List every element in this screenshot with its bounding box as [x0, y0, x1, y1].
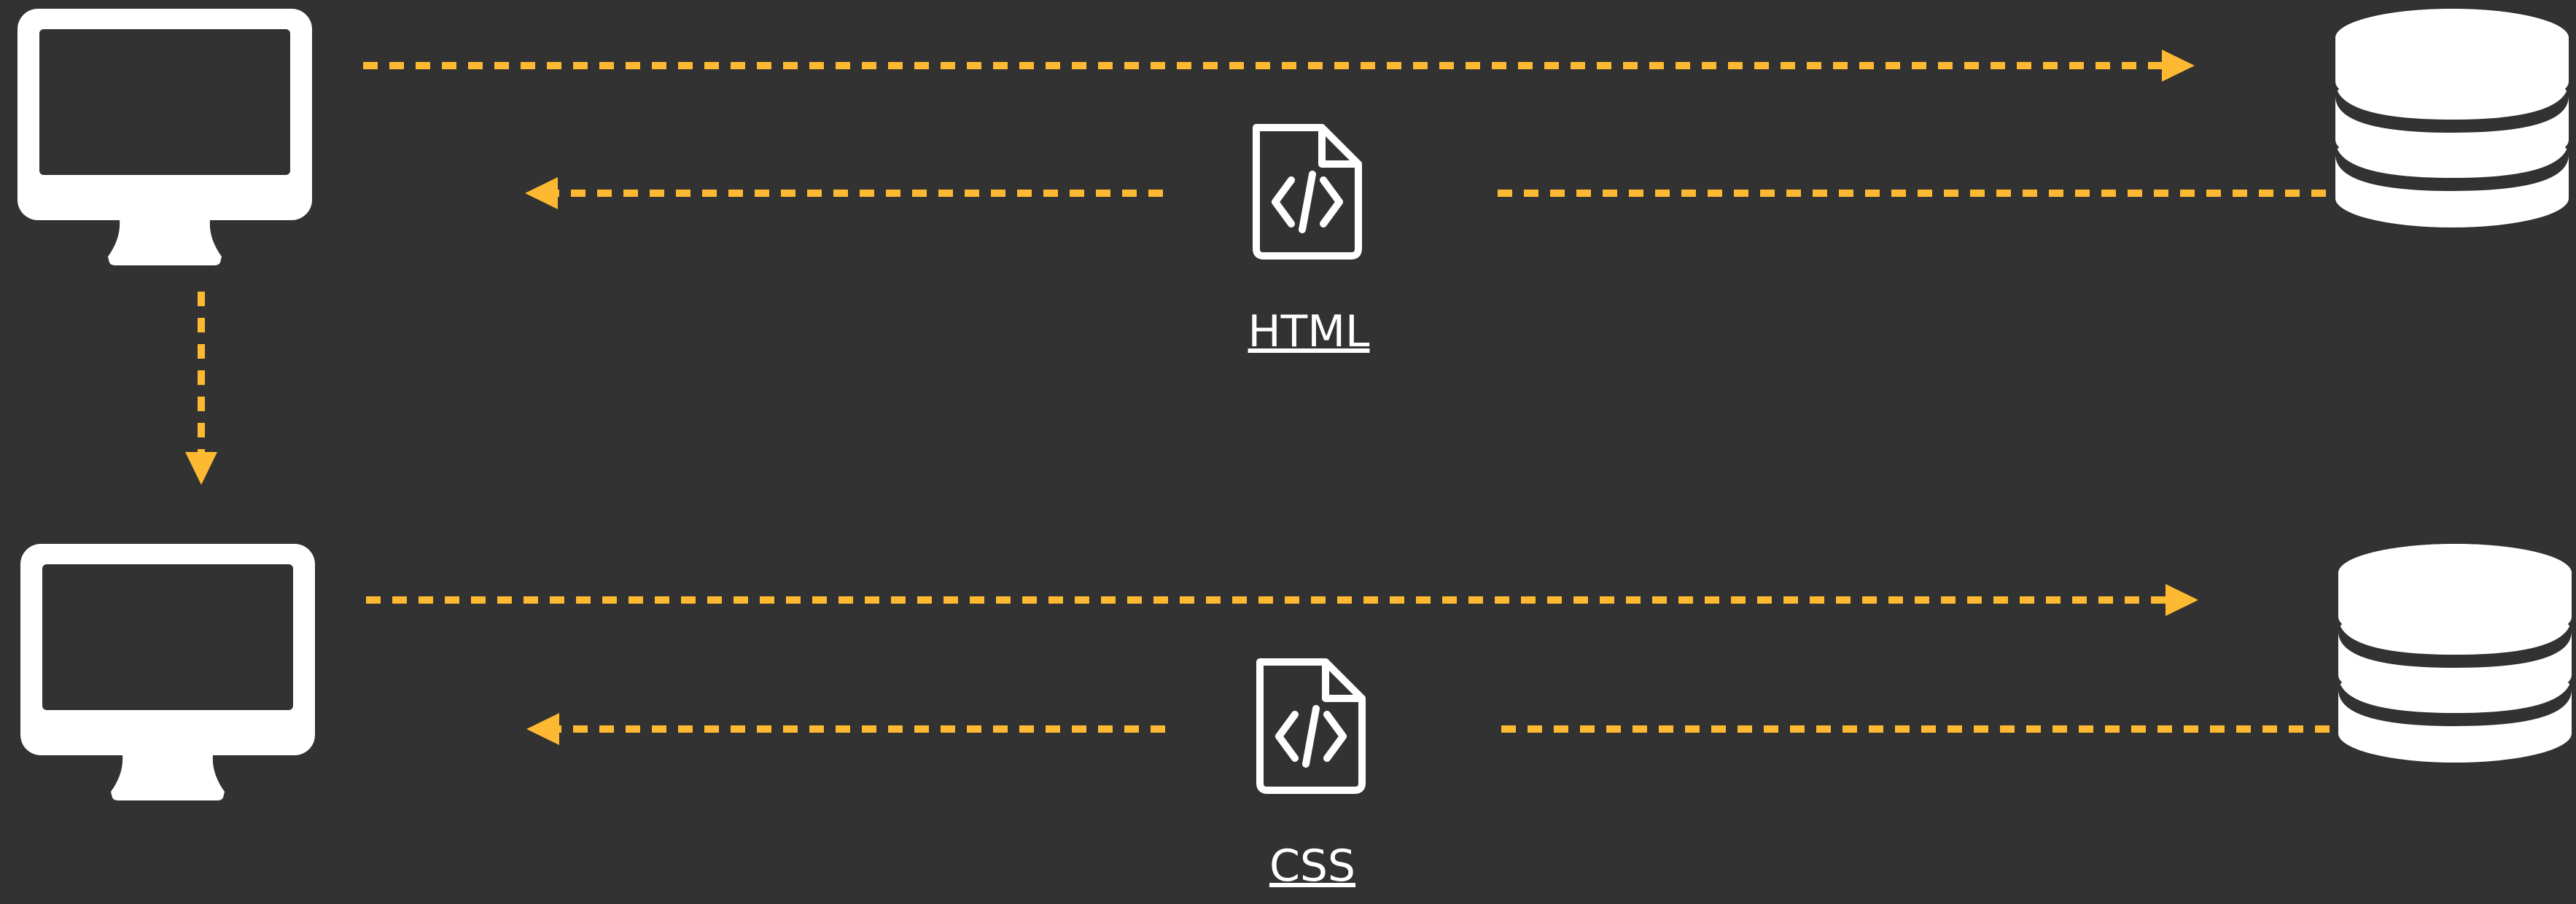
file-code-icon-bottom [1260, 662, 1362, 790]
response-arrow-top-head [525, 177, 558, 209]
client-monitor-top-icon [17, 9, 312, 265]
css-label: CSS [1269, 841, 1355, 892]
client-monitor-bottom-icon [20, 544, 315, 800]
html-label: HTML [1248, 306, 1371, 357]
server-database-bottom-icon [2338, 544, 2572, 763]
request-arrow-top-head [2162, 50, 2195, 82]
client-server-diagram: HTML CSS [17, 9, 2572, 892]
reload-arrow-vertical-head [185, 452, 217, 485]
server-database-top-icon [2335, 9, 2569, 227]
request-arrow-bottom-head [2166, 584, 2198, 616]
response-arrow-bottom-head [526, 713, 559, 745]
file-code-icon-top [1256, 128, 1358, 256]
